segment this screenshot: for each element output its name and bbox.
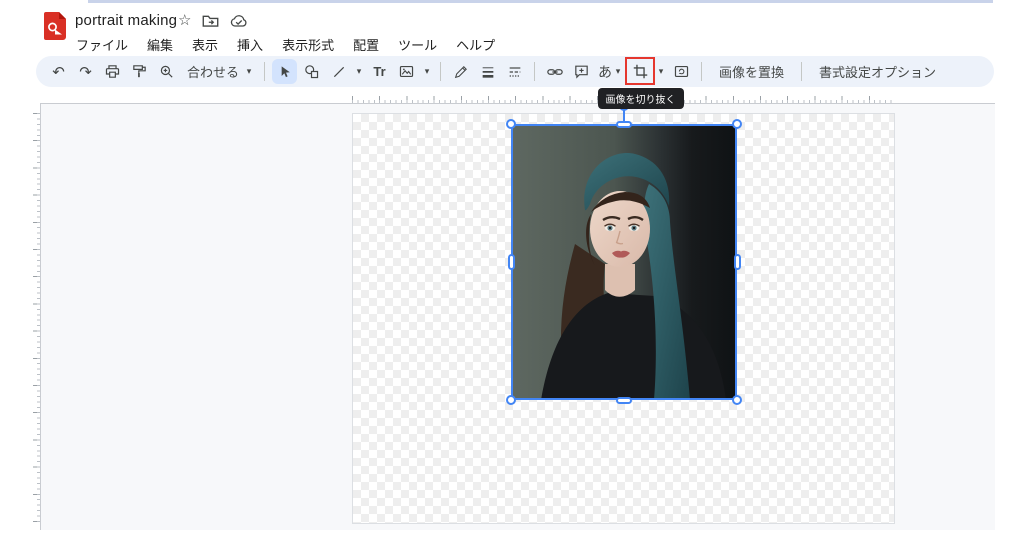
image-caret-icon[interactable]: ▾ xyxy=(421,66,433,77)
google-drawings-logo-icon[interactable] xyxy=(44,12,66,40)
resize-handle-bottom-left[interactable] xyxy=(506,395,516,405)
toolbar: ↶ ↷ 合わせる ▾ ▾ Tr ▾ あ ▾ 画像を切り抜く ▾ 画像を置換 書式… xyxy=(36,56,994,109)
line-dash-icon xyxy=(509,66,520,77)
zoom-icon xyxy=(160,65,173,78)
border-color-button[interactable] xyxy=(448,59,473,84)
link-icon xyxy=(546,68,563,75)
redo-button[interactable]: ↷ xyxy=(73,59,98,84)
comment-plus-icon xyxy=(575,65,588,79)
crop-tooltip: 画像を切り抜く xyxy=(597,88,684,109)
resize-handle-top-left[interactable] xyxy=(506,119,516,129)
menu-file[interactable]: ファイル xyxy=(74,33,130,56)
toolbar-separator xyxy=(264,62,266,81)
document-title[interactable]: portrait making xyxy=(75,12,177,29)
select-tool-button[interactable] xyxy=(272,59,298,84)
menu-arrange[interactable]: 配置 xyxy=(351,33,381,56)
cursor-icon xyxy=(281,65,290,77)
toolbar-separator xyxy=(701,62,703,81)
print-button[interactable] xyxy=(100,59,125,84)
resize-handle-top-right[interactable] xyxy=(732,119,742,129)
line-icon xyxy=(333,66,344,77)
replace-image-button[interactable]: 画像を置換 xyxy=(709,59,794,84)
chevron-down-icon: ▾ xyxy=(246,66,252,76)
portrait-image[interactable] xyxy=(513,126,737,400)
menu-help[interactable]: ヘルプ xyxy=(454,33,497,56)
line-tool-button[interactable] xyxy=(326,59,351,84)
toolbar-separator xyxy=(440,62,442,81)
print-icon xyxy=(105,65,120,78)
input-tools-button[interactable]: あ ▾ xyxy=(596,59,626,84)
move-to-folder-icon[interactable] xyxy=(202,14,219,28)
cloud-save-status-icon[interactable] xyxy=(230,14,248,28)
menu-tools[interactable]: ツール xyxy=(396,33,439,56)
reset-image-button[interactable] xyxy=(669,59,694,84)
crop-image-button[interactable]: 画像を切り抜く xyxy=(597,57,684,109)
add-comment-button[interactable] xyxy=(569,59,594,84)
google-drawings-window: portrait making ☆ ファイル 編集 表示 挿入 表示形式 配置 … xyxy=(0,0,1024,536)
crop-icon xyxy=(633,64,648,79)
shapes-icon xyxy=(305,65,319,79)
menu-edit[interactable]: 編集 xyxy=(145,33,175,56)
border-weight-button[interactable] xyxy=(475,59,500,84)
resize-handle-bottom-right[interactable] xyxy=(732,395,742,405)
fit-zoom-dropdown[interactable]: 合わせる ▾ xyxy=(181,59,257,84)
paint-roller-icon xyxy=(133,65,146,78)
toolbar-separator xyxy=(534,62,536,81)
border-dash-button[interactable] xyxy=(502,59,527,84)
menu-format[interactable]: 表示形式 xyxy=(280,33,336,56)
insert-link-button[interactable] xyxy=(542,59,567,84)
menu-bar: ファイル 編集 表示 挿入 表示形式 配置 ツール ヘルプ xyxy=(74,33,497,56)
text-box-button[interactable]: Tr xyxy=(367,59,392,84)
shape-tool-button[interactable] xyxy=(299,59,324,84)
resize-handle-bottom[interactable] xyxy=(616,397,632,404)
toolbar-separator xyxy=(801,62,803,81)
reset-image-icon xyxy=(674,65,689,78)
undo-button[interactable]: ↶ xyxy=(46,59,71,84)
paint-format-button[interactable] xyxy=(127,59,152,84)
mask-image-caret-icon[interactable]: ▾ xyxy=(655,66,667,77)
insert-image-button[interactable] xyxy=(394,59,419,84)
chevron-down-icon: ▾ xyxy=(615,66,621,76)
menu-view[interactable]: 表示 xyxy=(190,33,220,56)
pen-icon xyxy=(454,65,467,78)
image-icon xyxy=(399,65,414,78)
resize-handle-right[interactable] xyxy=(734,254,741,270)
vertical-ruler-minor-ticks xyxy=(37,113,40,524)
menu-insert[interactable]: 挿入 xyxy=(235,33,265,56)
format-options-button[interactable]: 書式設定オプション xyxy=(809,59,946,84)
zoom-button[interactable] xyxy=(154,59,179,84)
window-top-edge xyxy=(88,0,993,3)
line-tool-caret-icon[interactable]: ▾ xyxy=(353,66,365,77)
line-weight-icon xyxy=(482,66,493,78)
resize-handle-left[interactable] xyxy=(508,254,515,270)
resize-handle-top[interactable] xyxy=(616,121,632,128)
star-icon[interactable]: ☆ xyxy=(178,13,191,29)
